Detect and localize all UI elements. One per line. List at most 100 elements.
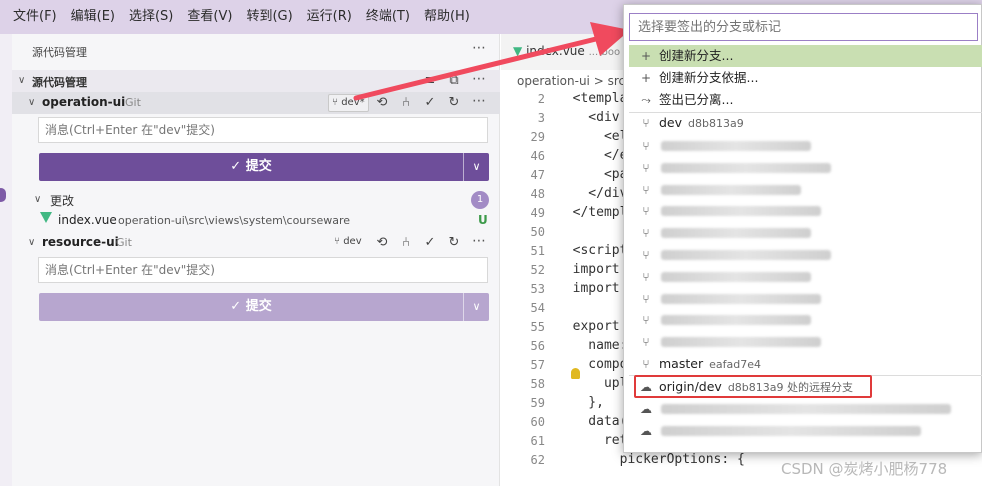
branch-item-hidden[interactable]: ⑂: [629, 288, 982, 310]
branch-item-master[interactable]: ⑂ master eafad7e4: [629, 353, 982, 375]
branch-icon: ⑂: [642, 335, 650, 350]
code-line[interactable]: <script: [557, 243, 628, 258]
menu-go[interactable]: 转到(G): [239, 0, 299, 34]
section-header[interactable]: ∨ 源代码管理 ≡ ⧉ ⋯: [12, 70, 500, 92]
code-line[interactable]: export: [557, 319, 620, 334]
code-line[interactable]: pickerOptions: {: [557, 452, 745, 467]
blurred-text: [661, 271, 811, 282]
action-label: 创建新分支...: [659, 48, 734, 63]
repo-more-icon[interactable]: ⋯: [472, 233, 487, 249]
commit-message-input[interactable]: [38, 117, 488, 143]
code-line[interactable]: <el: [557, 129, 628, 144]
branch-name: dev: [659, 115, 683, 130]
branch-item-hidden[interactable]: ⑂: [629, 331, 982, 353]
commit-button[interactable]: ✓ 提交 ∨: [39, 293, 489, 321]
line-number: 55: [530, 320, 545, 334]
tab-path: ...\boo: [588, 47, 621, 58]
repo-kind: Git: [125, 96, 141, 109]
file-name: index.vue: [58, 213, 117, 227]
commit-message-input[interactable]: [38, 257, 488, 283]
branch-item-hidden[interactable]: ⑂: [629, 157, 982, 179]
commit-button[interactable]: ✓ 提交 ∨: [39, 153, 489, 181]
repo-row-resource-ui[interactable]: ∨ resource-ui Git ⑂ dev ⟲ ⑃ ✓ ↻ ⋯: [12, 232, 500, 254]
section-more-icon[interactable]: ⋯: [472, 71, 487, 87]
code-line[interactable]: import: [557, 281, 620, 296]
code-line[interactable]: name:: [557, 338, 627, 353]
code-line[interactable]: </templ: [557, 205, 628, 220]
code-line[interactable]: </e: [557, 148, 628, 163]
branch-item-hidden[interactable]: ⑂: [629, 135, 982, 157]
changed-file-row[interactable]: index.vue operation-ui\src\views\system\…: [12, 210, 500, 230]
code-line[interactable]: <templa: [557, 91, 628, 106]
code-line[interactable]: import: [557, 262, 620, 277]
list-view-icon[interactable]: ≡: [422, 73, 438, 89]
chevron-down-icon: ∨: [28, 97, 36, 108]
blurred-text: [661, 404, 951, 414]
line-number: 46: [530, 149, 545, 163]
blurred-text: [661, 141, 811, 151]
chevron-down-icon[interactable]: ∨: [463, 293, 489, 321]
changes-header[interactable]: ∨ 更改 1: [12, 190, 500, 210]
editor-tab[interactable]: ▼ index.vue ...\boo: [513, 44, 620, 58]
code-line[interactable]: },: [557, 395, 604, 410]
branch-name: master: [659, 356, 704, 371]
refresh-icon[interactable]: ↻: [446, 95, 462, 111]
code-line[interactable]: <pa: [557, 167, 628, 182]
graph-icon[interactable]: ⑃: [398, 95, 414, 111]
branch-indicator[interactable]: ⑂ dev*: [328, 94, 369, 112]
code-line[interactable]: </div: [557, 186, 627, 201]
branch-item-hidden[interactable]: ⑂: [629, 244, 982, 266]
sync-icon[interactable]: ⟲: [374, 235, 390, 251]
sync-icon[interactable]: ⟲: [374, 95, 390, 111]
branch-search-input[interactable]: [629, 13, 978, 41]
repo-row-operation-ui[interactable]: ∨ operation-ui Git ⑂ dev* ⟲ ⑃ ✓ ↻ ⋯: [12, 92, 500, 114]
code-line[interactable]: compo: [557, 357, 627, 372]
branch-item-hidden[interactable]: ⑂: [629, 266, 982, 288]
branch-hash: eafad7e4: [709, 358, 761, 371]
line-number: 58: [530, 377, 545, 391]
chevron-down-icon: ∨: [34, 194, 42, 205]
branch-item-dev[interactable]: ⑂ dev d8b813a9: [629, 112, 982, 134]
branch-item-hidden[interactable]: ⑂: [629, 222, 982, 244]
action-create-branch[interactable]: + 创建新分支...: [629, 45, 982, 67]
plus-icon: +: [640, 71, 652, 85]
refresh-icon[interactable]: ↻: [446, 235, 462, 251]
collapse-all-icon[interactable]: ⧉: [446, 73, 462, 89]
source-control-sidebar: 源代码管理 ⋯ ∨ 源代码管理 ≡ ⧉ ⋯ ∨ operation-ui Git…: [12, 34, 500, 486]
code-line[interactable]: data(: [557, 414, 627, 429]
graph-icon[interactable]: ⑃: [398, 235, 414, 251]
menu-terminal[interactable]: 终端(T): [359, 0, 417, 34]
line-number: 2: [537, 92, 545, 106]
remote-branch-hidden[interactable]: ☁: [629, 420, 982, 442]
line-number: 60: [530, 415, 545, 429]
breadcrumb[interactable]: operation-ui > src: [517, 74, 625, 88]
watermark: CSDN @炭烤小肥杨778: [781, 460, 948, 478]
branch-indicator[interactable]: ⑂ dev: [334, 236, 362, 247]
menu-run[interactable]: 运行(R): [300, 0, 359, 34]
branch-item-hidden[interactable]: ⑂: [629, 200, 982, 222]
action-checkout-detached[interactable]: ⤳ 签出已分离...: [629, 89, 982, 111]
remote-branch-hidden[interactable]: ☁: [629, 398, 982, 420]
blurred-text: [661, 337, 821, 348]
branch-item-hidden[interactable]: ⑂: [629, 179, 982, 201]
menu-file[interactable]: 文件(F): [6, 0, 64, 34]
branch-name: dev: [343, 236, 362, 247]
branch-icon: ⑂: [642, 269, 650, 284]
action-create-branch-from[interactable]: + 创建新分支依据...: [629, 67, 982, 89]
activity-bar: [0, 34, 12, 486]
chevron-right-icon: ∨: [28, 237, 36, 248]
chevron-down-icon[interactable]: ∨: [463, 153, 489, 181]
code-line[interactable]: <div: [557, 110, 619, 125]
branch-item-hidden[interactable]: ⑂: [629, 309, 982, 331]
menu-help[interactable]: 帮助(H): [417, 0, 477, 34]
menu-selection[interactable]: 选择(S): [122, 0, 180, 34]
commit-check-icon[interactable]: ✓: [422, 235, 438, 251]
line-number: 61: [530, 434, 545, 448]
more-actions-icon[interactable]: ⋯: [472, 40, 487, 56]
lightbulb-icon[interactable]: [571, 368, 580, 379]
repo-more-icon[interactable]: ⋯: [472, 93, 487, 109]
commit-check-icon[interactable]: ✓: [422, 95, 438, 111]
menu-edit[interactable]: 编辑(E): [64, 0, 122, 34]
menu-view[interactable]: 查看(V): [180, 0, 239, 34]
branch-icon: ⑂: [642, 248, 650, 262]
